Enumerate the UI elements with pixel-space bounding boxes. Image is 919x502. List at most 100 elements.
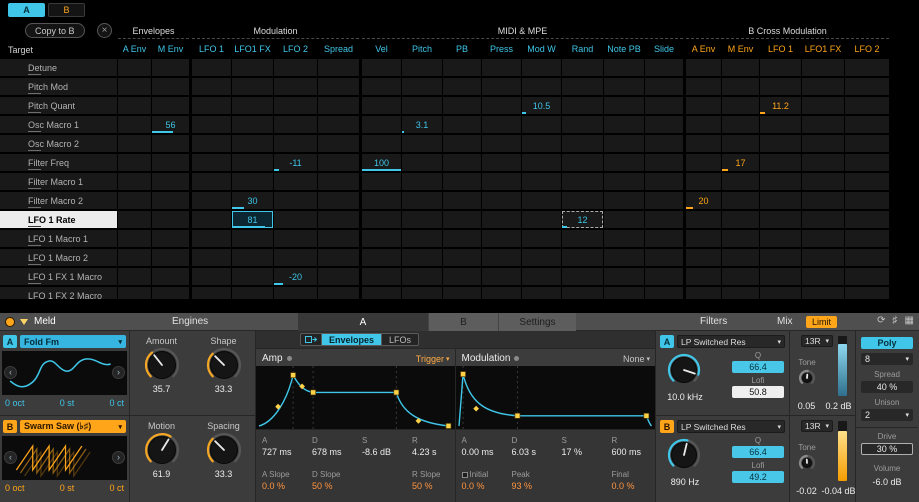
matrix-cell[interactable] <box>274 249 317 266</box>
matrix-cell[interactable] <box>522 287 561 299</box>
osc-a-next-button[interactable]: › <box>112 366 125 379</box>
amp-s-value[interactable]: -8.6 dB <box>362 447 406 457</box>
matrix-cell[interactable] <box>562 135 603 152</box>
matrix-col-mod-w[interactable]: Mod W <box>522 44 561 54</box>
shape-value[interactable]: 33.3 <box>215 384 233 394</box>
matrix-cell[interactable] <box>232 268 273 285</box>
matrix-cell[interactable] <box>845 135 889 152</box>
filter-a-tone-value[interactable]: 0.05 <box>790 401 823 411</box>
volume-value[interactable]: -6.0 dB <box>856 477 918 487</box>
matrix-col-a-env[interactable]: A Env <box>118 44 151 54</box>
spacing-knob[interactable] <box>205 431 243 469</box>
matrix-cell[interactable] <box>152 78 189 95</box>
filter-a-freq-knob[interactable] <box>666 352 702 388</box>
amp-d-value[interactable]: 678 ms <box>312 447 356 457</box>
matrix-cell[interactable] <box>686 230 721 247</box>
matrix-cell[interactable] <box>482 135 521 152</box>
matrix-cell[interactable] <box>274 59 317 76</box>
matrix-cell[interactable] <box>318 211 359 228</box>
envelope-handles[interactable] <box>291 373 451 429</box>
matrix-cell[interactable] <box>722 192 759 209</box>
matrix-cell[interactable] <box>802 59 844 76</box>
matrix-cell[interactable] <box>845 173 889 190</box>
matrix-cell[interactable] <box>443 230 481 247</box>
matrix-cell[interactable] <box>522 135 561 152</box>
matrix-cell-filter-macro-2-c3[interactable]: 30 <box>232 192 273 209</box>
matrix-cell[interactable] <box>722 97 759 114</box>
matrix-cell[interactable] <box>604 78 644 95</box>
matrix-cell[interactable] <box>562 287 603 299</box>
matrix-cell[interactable] <box>362 268 401 285</box>
matrix-cell[interactable] <box>604 287 644 299</box>
spacing-value[interactable]: 33.3 <box>215 469 233 479</box>
matrix-col-b-m-env[interactable]: M Env <box>722 44 759 54</box>
matrix-cell[interactable] <box>604 268 644 285</box>
modulation-mode-dot-icon[interactable] <box>514 356 519 361</box>
matrix-cell[interactable] <box>722 78 759 95</box>
matrix-cell[interactable] <box>802 116 844 133</box>
matrix-cell[interactable] <box>482 97 521 114</box>
filter-b-level-slider[interactable] <box>838 421 847 481</box>
matrix-cell[interactable] <box>402 59 442 76</box>
matrix-cell[interactable] <box>845 230 889 247</box>
amp-a-value[interactable]: 727 ms <box>262 447 306 457</box>
motion-value[interactable]: 61.9 <box>153 469 171 479</box>
matrix-cell[interactable] <box>118 268 151 285</box>
matrix-cell[interactable] <box>722 230 759 247</box>
matrix-cell[interactable] <box>645 249 683 266</box>
matrix-cell[interactable] <box>192 249 231 266</box>
osc-b-prev-button[interactable]: ‹ <box>4 451 17 464</box>
limit-button[interactable]: Limit <box>806 316 837 328</box>
matrix-cell[interactable] <box>482 116 521 133</box>
matrix-cell[interactable] <box>562 268 603 285</box>
matrix-cell[interactable] <box>802 135 844 152</box>
matrix-cell[interactable] <box>802 78 844 95</box>
matrix-cell-lfo-1-rate-c3[interactable]: 81 <box>232 211 273 228</box>
matrix-cell[interactable] <box>802 268 844 285</box>
matrix-cell[interactable] <box>118 154 151 171</box>
matrix-cell[interactable] <box>522 173 561 190</box>
matrix-cell-filter-freq-c6[interactable]: 100 <box>362 154 401 171</box>
matrix-cell[interactable] <box>152 192 189 209</box>
matrix-cell[interactable] <box>645 173 683 190</box>
matrix-cell[interactable] <box>686 268 721 285</box>
filter-b-freq-knob[interactable] <box>666 437 702 473</box>
matrix-cell[interactable] <box>274 192 317 209</box>
matrix-cell[interactable] <box>192 97 231 114</box>
matrix-cell[interactable] <box>232 116 273 133</box>
matrix-cell[interactable] <box>686 154 721 171</box>
matrix-cell[interactable] <box>318 116 359 133</box>
mod-peak-value[interactable]: 93 % <box>512 481 556 491</box>
matrix-cell[interactable] <box>722 135 759 152</box>
osc-a-engine-dropdown[interactable]: Fold Fm <box>20 335 126 348</box>
matrix-cell-pitch-quant-c10[interactable]: 10.5 <box>522 97 561 114</box>
tab-envelopes[interactable]: Envelopes <box>322 333 382 346</box>
matrix-cell[interactable] <box>845 268 889 285</box>
keyboard-icon[interactable]: ▦ <box>905 315 914 326</box>
matrix-cell[interactable] <box>722 173 759 190</box>
matrix-cell[interactable] <box>802 173 844 190</box>
matrix-cell[interactable] <box>192 287 231 299</box>
envelope-handles[interactable] <box>460 372 648 419</box>
matrix-row-label-lfo-1-fx-1-macro[interactable]: LFO 1 FX 1 Macro <box>0 268 117 285</box>
matrix-cell[interactable] <box>443 249 481 266</box>
matrix-cell[interactable] <box>362 78 401 95</box>
matrix-col-b-lfo1-fx[interactable]: LFO1 FX <box>802 44 844 54</box>
mod-final-value[interactable]: 0.0 % <box>612 481 656 491</box>
matrix-col-b-a-env[interactable]: A Env <box>686 44 721 54</box>
matrix-cell[interactable] <box>562 154 603 171</box>
matrix-cell[interactable] <box>118 173 151 190</box>
matrix-cell[interactable] <box>118 116 151 133</box>
amp-r-slope-value[interactable]: 50 % <box>412 481 456 491</box>
matrix-cell[interactable] <box>562 230 603 247</box>
matrix-cell[interactable] <box>232 59 273 76</box>
mod-s-value[interactable]: 17 % <box>562 447 606 457</box>
matrix-cell-filter-freq-c4[interactable]: -11 <box>274 154 317 171</box>
matrix-cell[interactable] <box>645 116 683 133</box>
matrix-col-lfo-2[interactable]: LFO 2 <box>274 44 317 54</box>
matrix-cell[interactable] <box>118 135 151 152</box>
matrix-cell[interactable] <box>118 59 151 76</box>
matrix-cell[interactable] <box>845 116 889 133</box>
matrix-cell[interactable] <box>232 287 273 299</box>
matrix-cell[interactable] <box>232 173 273 190</box>
